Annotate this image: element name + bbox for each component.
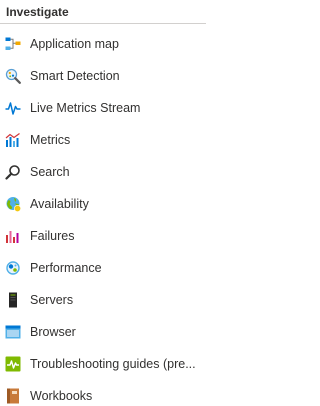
nav-item-label: Workbooks — [30, 389, 93, 403]
nav-item-label: Live Metrics Stream — [30, 101, 141, 115]
availability-icon — [5, 196, 21, 212]
nav-item-label: Failures — [30, 229, 75, 243]
nav-item-smart-detection[interactable]: Smart Detection — [0, 60, 206, 92]
nav-item-troubleshooting-guides[interactable]: Troubleshooting guides (pre... — [0, 348, 206, 380]
nav-item-label: Search — [30, 165, 70, 179]
nav-list: Application map Smart Detection Live Met… — [0, 24, 206, 406]
nav-item-performance[interactable]: Performance — [0, 252, 206, 284]
nav-item-workbooks[interactable]: Workbooks — [0, 380, 206, 406]
nav-item-label: Availability — [30, 197, 89, 211]
nav-item-label: Smart Detection — [30, 69, 120, 83]
nav-item-search[interactable]: Search — [0, 156, 206, 188]
section-header-investigate: Investigate — [0, 0, 206, 24]
browser-icon — [5, 324, 21, 340]
nav-item-label: Performance — [30, 261, 102, 275]
investigate-menu-panel: Investigate Application map Smart Detect… — [0, 0, 206, 406]
performance-icon — [5, 260, 21, 276]
nav-item-servers[interactable]: Servers — [0, 284, 206, 316]
application-map-icon — [5, 36, 21, 52]
search-icon — [5, 164, 21, 180]
nav-item-label: Troubleshooting guides (pre... — [30, 357, 196, 371]
nav-item-label: Servers — [30, 293, 74, 307]
smart-detection-icon — [5, 68, 21, 84]
nav-item-live-metrics-stream[interactable]: Live Metrics Stream — [0, 92, 206, 124]
servers-icon — [5, 292, 21, 308]
workbooks-icon — [5, 388, 21, 404]
nav-item-availability[interactable]: Availability — [0, 188, 206, 220]
nav-item-browser[interactable]: Browser — [0, 316, 206, 348]
nav-item-metrics[interactable]: Metrics — [0, 124, 206, 156]
failures-icon — [5, 228, 21, 244]
nav-item-label: Metrics — [30, 133, 71, 147]
nav-item-label: Browser — [30, 325, 76, 339]
metrics-icon — [5, 132, 21, 148]
nav-item-label: Application map — [30, 37, 119, 51]
troubleshooting-guides-icon — [5, 356, 21, 372]
nav-item-failures[interactable]: Failures — [0, 220, 206, 252]
live-metrics-icon — [5, 100, 21, 116]
nav-item-application-map[interactable]: Application map — [0, 28, 206, 60]
